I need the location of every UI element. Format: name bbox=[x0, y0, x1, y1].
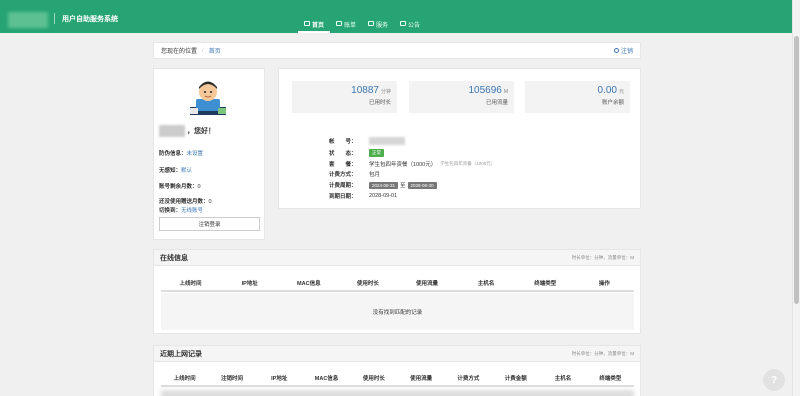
stat-balance: 0.00 元 账户余额 bbox=[525, 81, 630, 113]
nav-bill[interactable]: 账单 bbox=[330, 20, 362, 33]
service-icon bbox=[368, 21, 375, 26]
main-nav: 首页 账单 服务 公告 bbox=[298, 20, 426, 33]
stat-traffic: 105696 M 已用流量 bbox=[409, 81, 514, 113]
package-row: 套 餐： 学生包四年资餐（1000元） 学生包四年资餐（1000元） bbox=[329, 161, 496, 168]
account-row: 帐 号： bbox=[329, 137, 405, 145]
breadcrumb-separator: / bbox=[202, 47, 204, 54]
period-end-badge: 2028-08-30 bbox=[407, 181, 437, 189]
anti-fraud-link[interactable]: 未设置 bbox=[187, 151, 204, 157]
account-redacted bbox=[369, 137, 405, 145]
avatar bbox=[190, 81, 226, 115]
logout-button[interactable]: 注销登录 bbox=[159, 217, 260, 231]
table-row bbox=[161, 390, 634, 396]
scrollbar-thumb[interactable] bbox=[794, 36, 799, 304]
logo-divider bbox=[54, 13, 55, 24]
username-redacted bbox=[159, 125, 185, 137]
status-row: 状 态： 正常 bbox=[329, 149, 384, 157]
recent-records-header: 近期上网记录 时长单位：分钟，流量单位：M bbox=[154, 346, 640, 362]
logout-link[interactable]: 注销 bbox=[613, 46, 633, 55]
seamless-row: 无感知：默认 bbox=[159, 168, 193, 174]
nav-home[interactable]: 首页 bbox=[298, 20, 331, 33]
scrollbar[interactable] bbox=[792, 0, 800, 396]
empty-table-message: 没有找到匹配的记录 bbox=[161, 293, 634, 330]
system-title: 用户自助服务系统 bbox=[62, 16, 118, 23]
notice-icon bbox=[400, 21, 407, 26]
period-start-badge: 2024-08-31 bbox=[369, 181, 399, 189]
top-bar: 用户自助服务系统 首页 账单 服务 公告 bbox=[0, 0, 800, 33]
breadcrumb: 您现在的位置 / 首页 注销 bbox=[153, 42, 641, 59]
switch-account-row: 切换到：无线账号 bbox=[159, 208, 204, 214]
remaining-months-row: 账号剩余月数：0 bbox=[159, 184, 201, 190]
profile-card: ，您好！ 防伪信息：未设置 无感知：默认 账号剩余月数：0 还没使用赠送月数：0… bbox=[153, 68, 265, 240]
seamless-link[interactable]: 默认 bbox=[181, 168, 192, 174]
gift-months-row: 还没使用赠送月数：0 bbox=[159, 199, 212, 205]
account-card: 10887 分钟 已用时长 105696 M 已用流量 0.00 元 账户余额 帐 号… bbox=[278, 68, 641, 209]
billing-row: 计费方式： 包月 bbox=[329, 172, 381, 178]
user-greeting: ，您好！ bbox=[159, 125, 215, 137]
nav-service[interactable]: 服务 bbox=[362, 20, 394, 33]
online-info-title: 在线信息 bbox=[160, 254, 188, 262]
breadcrumb-home-link[interactable]: 首页 bbox=[209, 46, 221, 55]
home-icon bbox=[304, 21, 310, 26]
period-row: 计费周期： 2024-08-31 至 2028-08-30 bbox=[329, 181, 437, 189]
expire-row: 到期日期： 2028-09-01 bbox=[329, 193, 398, 200]
online-table-header: 上线时间 IP地址 MAC信息 使用时长 使用流量 主机名 终端类型 操作 bbox=[161, 275, 634, 292]
stat-duration: 10887 分钟 已用时长 bbox=[292, 81, 397, 113]
status-badge: 正常 bbox=[369, 149, 384, 157]
logo bbox=[8, 12, 48, 28]
online-info-header: 在线信息 时长单位：分钟，流量单位：M bbox=[154, 250, 640, 266]
power-icon bbox=[613, 48, 619, 53]
recent-records-title: 近期上网记录 bbox=[160, 350, 202, 358]
switch-account-link[interactable]: 无线账号 bbox=[181, 208, 203, 214]
bill-icon bbox=[336, 21, 343, 26]
recent-table-header: 上线时间 注销时间 IP地址 MAC信息 使用时长 使用流量 计费方式 计费金额… bbox=[161, 370, 634, 387]
nav-notice[interactable]: 公告 bbox=[394, 20, 426, 33]
help-button[interactable]: ? bbox=[763, 369, 785, 391]
breadcrumb-prefix: 您现在的位置 bbox=[161, 49, 198, 55]
anti-fraud-row: 防伪信息：未设置 bbox=[159, 151, 204, 157]
online-info-panel: 在线信息 时长单位：分钟，流量单位：M 上线时间 IP地址 MAC信息 使用时长… bbox=[153, 249, 641, 334]
recent-records-panel: 近期上网记录 时长单位：分钟，流量单位：M 上线时间 注销时间 IP地址 MAC… bbox=[153, 345, 641, 396]
